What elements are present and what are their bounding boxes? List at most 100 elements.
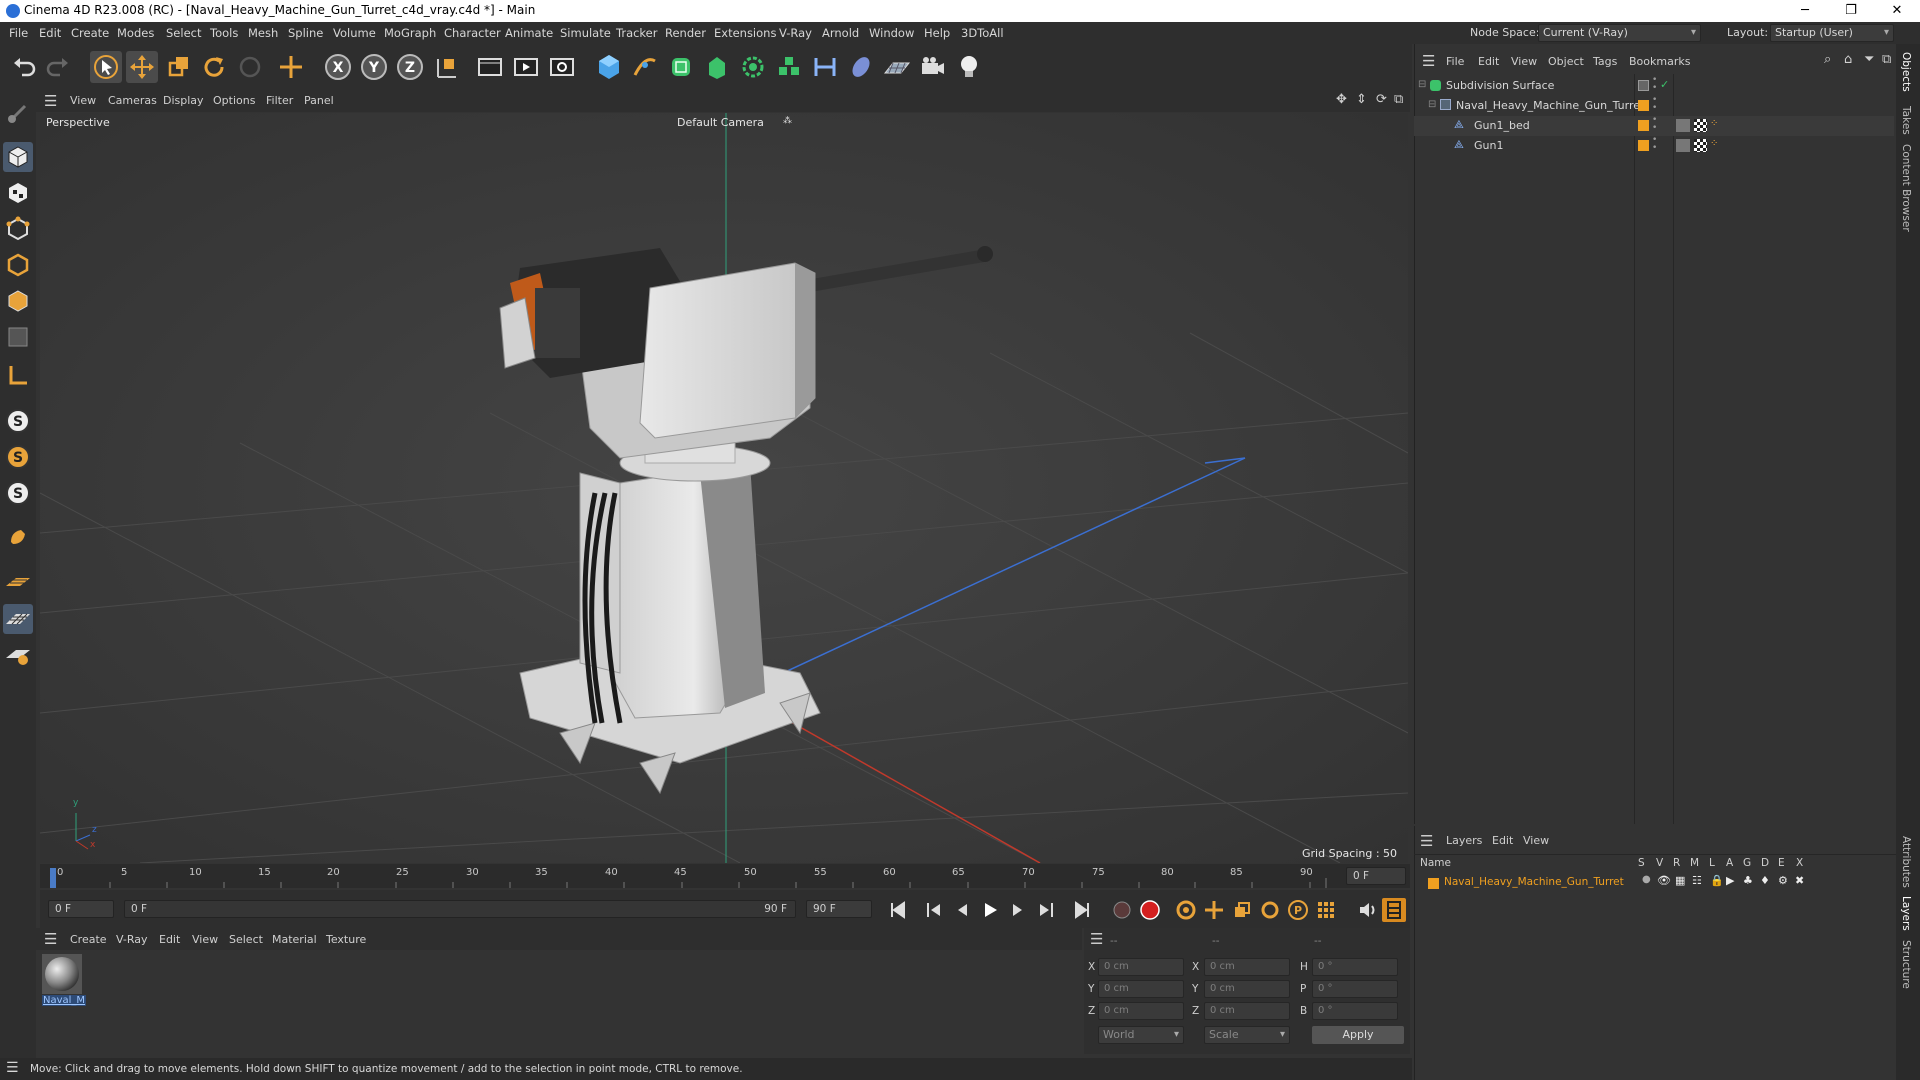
object-name[interactable]: Gun1	[1474, 139, 1503, 152]
menu-file[interactable]: File	[9, 26, 28, 40]
go-to-start-icon[interactable]	[886, 898, 910, 922]
visibility-dots-icon[interactable]: • •	[1652, 96, 1657, 113]
cloner-icon[interactable]	[737, 51, 769, 83]
tab-layers[interactable]: Layers	[1900, 896, 1912, 931]
layer-menu-view[interactable]: View	[1523, 834, 1549, 847]
node-space-dropdown[interactable]: Current (V-Ray)	[1538, 24, 1701, 42]
locked-workplane-icon[interactable]	[3, 640, 33, 670]
timeline-toggle-icon[interactable]	[1382, 898, 1406, 922]
subdivision-icon[interactable]	[665, 51, 697, 83]
material-menu-create[interactable]: Create	[70, 933, 107, 946]
workplane-snap-icon[interactable]: S	[3, 478, 33, 508]
menu-mesh[interactable]: Mesh	[248, 26, 278, 40]
workplane-icon[interactable]	[3, 568, 33, 598]
material-menu-select[interactable]: Select	[229, 933, 263, 946]
menu-tools[interactable]: Tools	[210, 26, 238, 40]
layer-generator-icon[interactable]: ♣	[1743, 874, 1753, 887]
menu-edit[interactable]: Edit	[39, 26, 61, 40]
zoom-view-icon[interactable]: ⇕	[1356, 92, 1367, 107]
viewport-menu-cameras[interactable]: Cameras	[108, 94, 157, 107]
rotate-icon[interactable]	[198, 51, 230, 83]
layer-hamburger-icon[interactable]: ☰	[1420, 832, 1433, 850]
layer-color-swatch[interactable]	[1428, 878, 1439, 889]
tab-structure[interactable]: Structure	[1900, 940, 1912, 989]
key-scale-icon[interactable]	[1230, 898, 1254, 922]
menu-extensions[interactable]: Extensions	[714, 26, 776, 40]
tab-objects[interactable]: Objects	[1900, 52, 1912, 92]
layer-color-icon[interactable]	[1638, 100, 1649, 111]
viewport-hamburger-icon[interactable]: ☰	[44, 92, 57, 110]
points-mode-icon[interactable]	[3, 214, 33, 244]
menu-window[interactable]: Window	[869, 26, 914, 40]
visibility-dots-icon[interactable]: • •	[1652, 136, 1657, 153]
coordinates-hamburger-icon[interactable]: ☰	[1090, 930, 1103, 948]
cube-icon[interactable]	[593, 51, 625, 83]
autokey-icon[interactable]	[1174, 898, 1198, 922]
material-swatch[interactable]: Naval_M	[42, 954, 87, 1010]
render-settings-icon[interactable]	[546, 51, 578, 83]
tweak-mode-icon[interactable]	[3, 522, 33, 552]
collapse-icon[interactable]: ⊟	[1418, 79, 1426, 90]
object-name[interactable]: Gun1_bed	[1474, 119, 1530, 132]
layer-name[interactable]: Naval_Heavy_Machine_Gun_Turret	[1444, 876, 1624, 888]
material-menu-view[interactable]: View	[192, 933, 218, 946]
key-pla-icon[interactable]	[1314, 898, 1338, 922]
snap-settings-icon[interactable]: S	[3, 442, 33, 472]
pen-icon[interactable]	[629, 51, 661, 83]
viewport-camera-label[interactable]: Default Camera	[677, 116, 764, 129]
tab-attributes[interactable]: Attributes	[1900, 836, 1912, 888]
camera-link-icon[interactable]: ⁂	[783, 116, 792, 126]
object-hamburger-icon[interactable]: ☰	[1422, 52, 1435, 70]
scale-icon[interactable]	[162, 51, 194, 83]
previous-frame-icon[interactable]	[950, 898, 974, 922]
object-menu-bookmarks[interactable]: Bookmarks	[1629, 55, 1690, 68]
object-menu-tags[interactable]: Tags	[1593, 55, 1617, 68]
close-button[interactable]: ✕	[1874, 0, 1920, 22]
go-to-end-icon[interactable]	[1070, 898, 1094, 922]
layer-deformer-icon[interactable]: ♦	[1760, 874, 1770, 887]
maximize-view-icon[interactable]: ⧉	[1394, 92, 1403, 107]
object-search-icon[interactable]: ⌕	[1824, 52, 1831, 67]
select-icon[interactable]	[90, 51, 122, 83]
key-position-icon[interactable]	[1202, 898, 1226, 922]
size-y-field[interactable]: 0 cm	[1204, 980, 1290, 998]
key-rotation-icon[interactable]	[1258, 898, 1282, 922]
menu-tracker[interactable]: Tracker	[616, 26, 658, 40]
texture-mode-icon[interactable]	[3, 178, 33, 208]
render-region-icon[interactable]	[474, 51, 506, 83]
viewport-menu-filter[interactable]: Filter	[266, 94, 293, 107]
viewport-menu-options[interactable]: Options	[213, 94, 255, 107]
menu-modes[interactable]: Modes	[117, 26, 154, 40]
layer-manager-icon[interactable]: ☷	[1692, 874, 1702, 887]
pan-view-icon[interactable]: ✥	[1336, 92, 1347, 107]
layer-animation-icon[interactable]: ▶	[1726, 874, 1734, 887]
sound-icon[interactable]	[1356, 898, 1380, 922]
visibility-dots-icon[interactable]: • •	[1652, 116, 1657, 133]
record-icon[interactable]	[1138, 898, 1162, 922]
next-key-icon[interactable]	[1034, 898, 1058, 922]
object-mode-icon[interactable]	[3, 142, 33, 172]
uv-mode-icon[interactable]	[3, 322, 33, 352]
rot-h-field[interactable]: 0 °	[1312, 958, 1398, 976]
object-row-gun1[interactable]: ⟁ Gun1 • • ⁘	[1414, 136, 1894, 156]
rot-b-field[interactable]: 0 °	[1312, 1002, 1398, 1020]
size-x-field[interactable]: 0 cm	[1204, 958, 1290, 976]
workplane-grid-icon[interactable]	[3, 604, 33, 634]
current-frame-field[interactable]: 0 F	[1346, 867, 1406, 885]
model-mode-icon[interactable]	[3, 98, 33, 128]
axis-mode-icon[interactable]	[3, 360, 33, 390]
material-name[interactable]: Naval_M	[42, 995, 87, 1006]
key-parameter-icon[interactable]: P	[1286, 898, 1310, 922]
menu-volume[interactable]: Volume	[333, 26, 376, 40]
size-z-field[interactable]: 0 cm	[1204, 1002, 1290, 1020]
coordinate-mode-dropdown[interactable]: World	[1098, 1026, 1184, 1044]
effector-icon[interactable]	[845, 51, 877, 83]
pos-z-field[interactable]: 0 cm	[1098, 1002, 1184, 1020]
next-frame-icon[interactable]	[1006, 898, 1030, 922]
previous-key-icon[interactable]	[922, 898, 946, 922]
record-off-icon[interactable]	[1110, 898, 1134, 922]
size-mode-dropdown[interactable]: Scale	[1204, 1026, 1290, 1044]
layout-dropdown[interactable]: Startup (User)	[1770, 24, 1894, 42]
object-row-turret[interactable]: ⊟ Naval_Heavy_Machine_Gun_Turret • •	[1414, 96, 1894, 116]
transform-icon[interactable]	[275, 51, 307, 83]
